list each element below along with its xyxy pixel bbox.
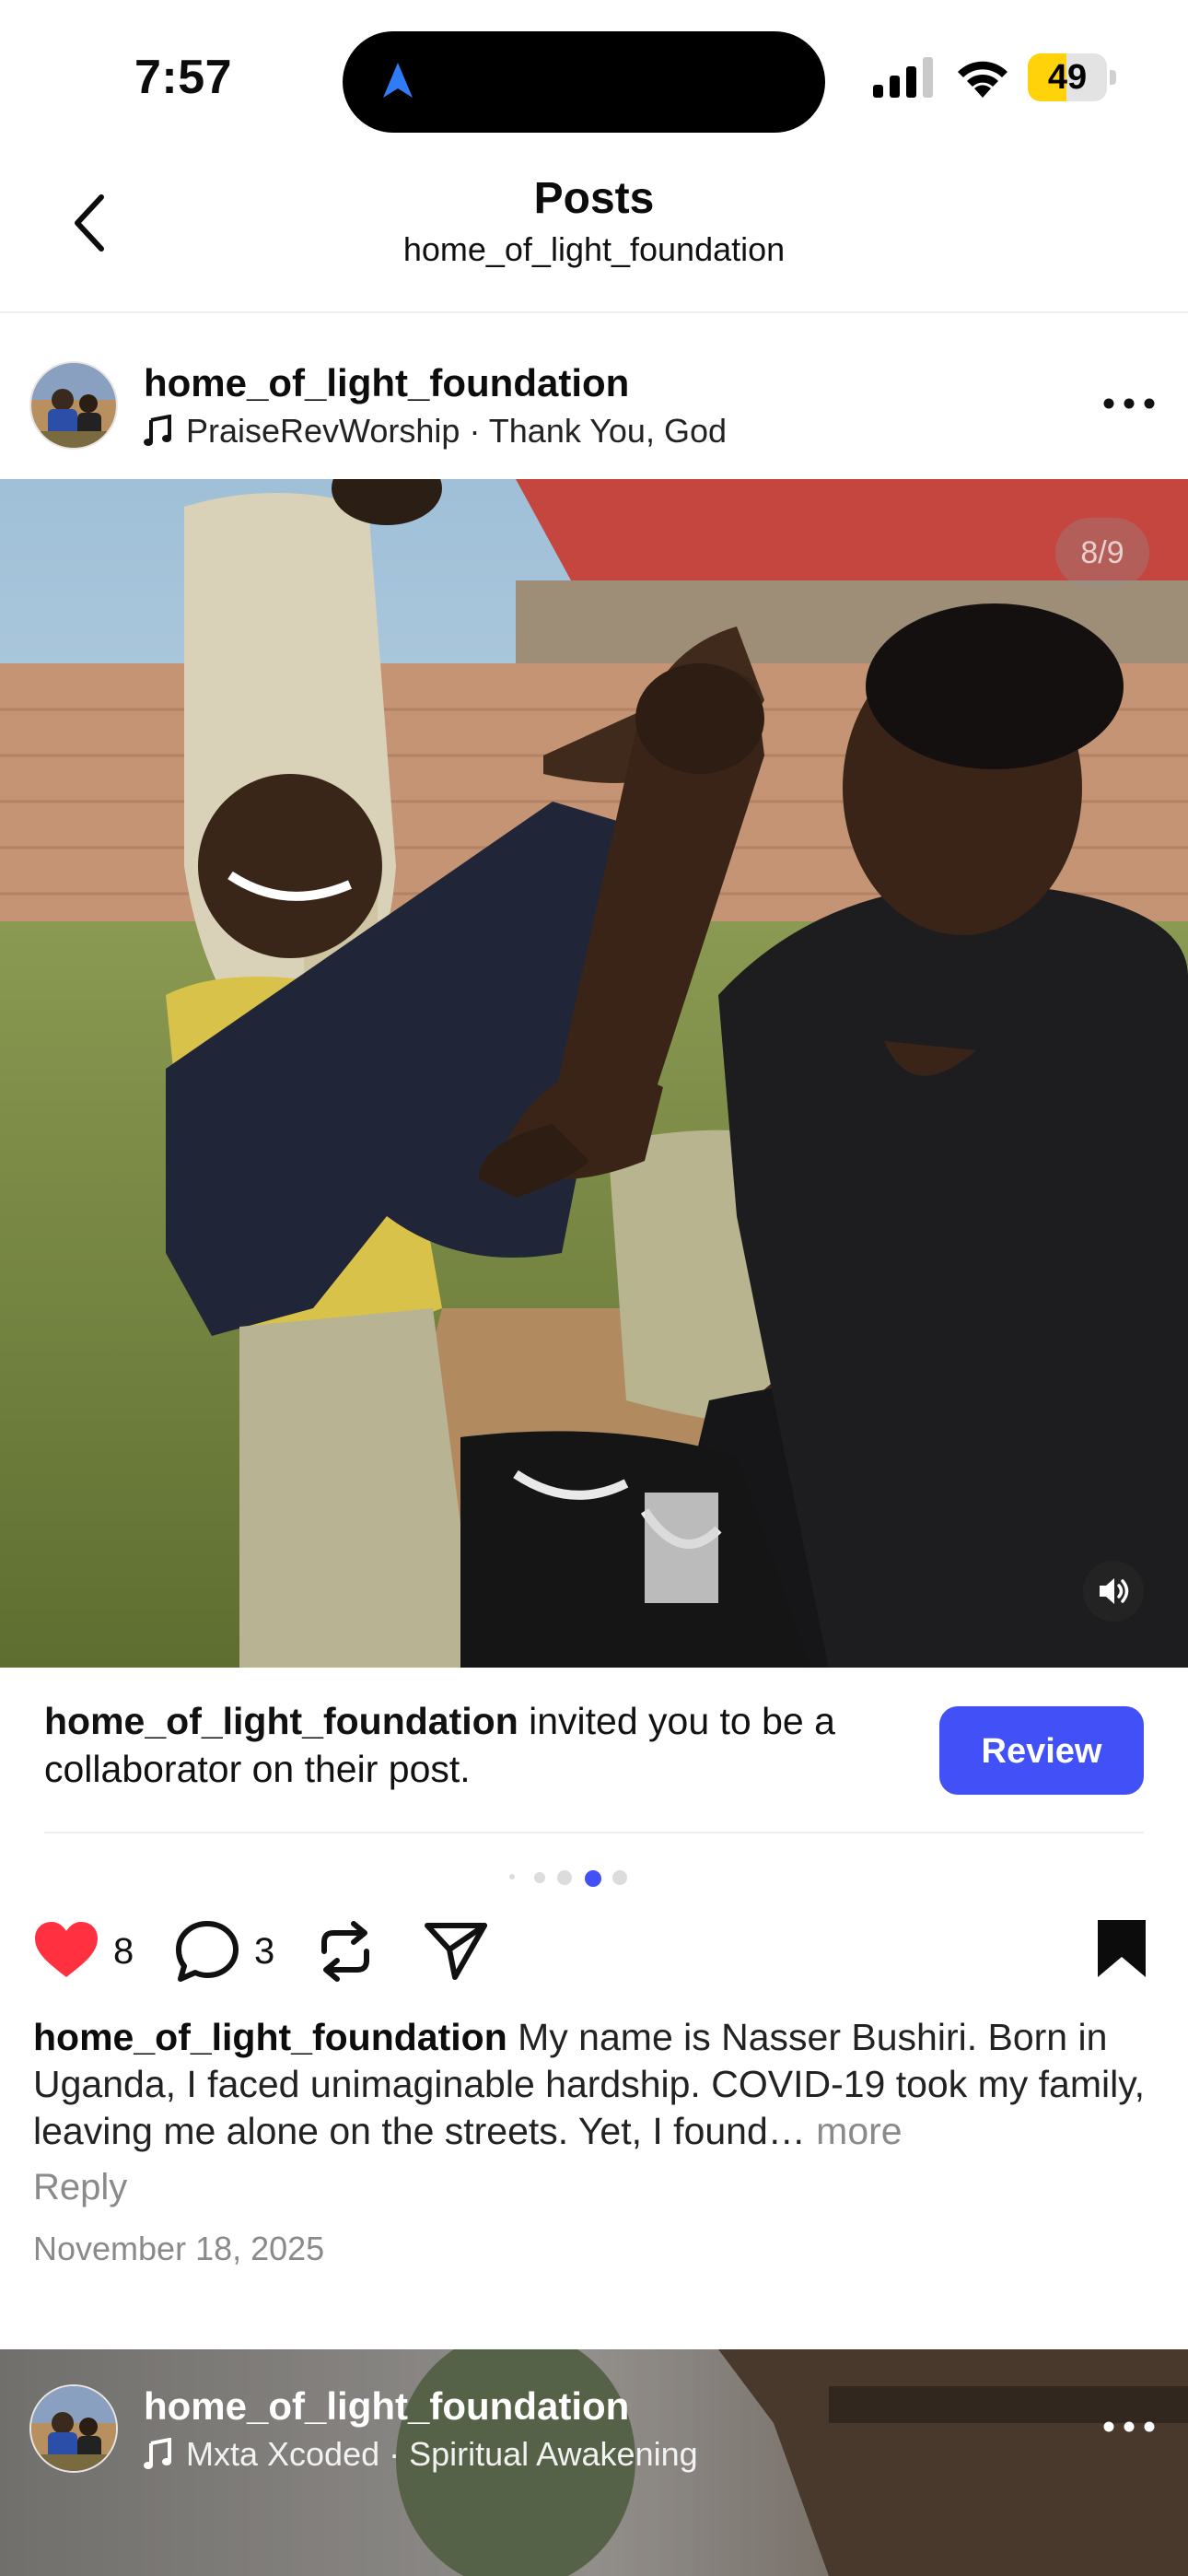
bookmark-icon[interactable] [1096, 1918, 1147, 1979]
carousel-dot-active [585, 1870, 601, 1887]
next-post-avatar[interactable] [29, 2384, 118, 2473]
next-post-audio[interactable]: Mxta Xcoded · Spiritual Awakening [144, 2435, 698, 2474]
share-icon[interactable] [424, 1920, 488, 1981]
status-time: 7:57 [134, 51, 233, 104]
audio-toggle-button[interactable] [1083, 1561, 1144, 1622]
reply-link[interactable]: Reply [33, 2167, 127, 2208]
header-divider [0, 311, 1188, 313]
location-arrow-icon [383, 63, 413, 98]
repost-icon[interactable] [317, 1920, 374, 1983]
dynamic-island [343, 31, 825, 133]
avatar-image [31, 2386, 116, 2471]
page-title: Posts [533, 174, 655, 223]
carousel-dot [612, 1870, 627, 1885]
collab-username[interactable]: home_of_light_foundation [44, 1700, 518, 1742]
carousel-dot [509, 1874, 515, 1879]
photo-illustration [0, 479, 1188, 1668]
page-subtitle: home_of_light_foundation [402, 230, 786, 268]
carousel-dot [534, 1872, 545, 1883]
comment-icon[interactable] [175, 1920, 239, 1983]
battery-percentage: 49 [1047, 58, 1088, 97]
music-note-icon [144, 2438, 171, 2469]
comment-count[interactable]: 3 [254, 1931, 274, 1973]
post-date: November 18, 2025 [33, 2230, 325, 2267]
audio-label: PraiseRevWorship · Thank You, God [186, 412, 727, 450]
post-username[interactable]: home_of_light_foundation [144, 361, 629, 405]
post-photo[interactable] [0, 479, 1188, 1668]
heart-icon[interactable] [33, 1920, 99, 1979]
avatar-image [31, 363, 116, 448]
battery-indicator: 49 [1028, 53, 1116, 101]
wifi-icon [958, 61, 1007, 98]
collab-divider [44, 1832, 1144, 1833]
audio-attribution[interactable]: PraiseRevWorship · Thank You, God [144, 412, 727, 451]
battery-cap [1110, 70, 1116, 85]
more-options-icon[interactable] [1101, 394, 1157, 413]
next-post-username[interactable]: home_of_light_foundation [144, 2384, 629, 2429]
post-caption: home_of_light_foundation My name is Nass… [33, 2014, 1166, 2155]
caption-more-link[interactable]: more [816, 2110, 902, 2152]
like-count[interactable]: 8 [113, 1931, 134, 1973]
caption-username[interactable]: home_of_light_foundation [33, 2016, 507, 2058]
next-post-more-icon[interactable] [1101, 2418, 1157, 2436]
carousel-dot [557, 1870, 572, 1885]
carousel-counter: 8/9 [1055, 518, 1149, 588]
review-button[interactable]: Review [939, 1706, 1144, 1795]
music-note-icon [144, 415, 171, 446]
speaker-icon [1100, 1578, 1129, 1604]
avatar[interactable] [29, 361, 118, 450]
collab-invite-text: home_of_light_foundation invited you to … [44, 1697, 910, 1793]
battery-icon: 49 [1028, 53, 1107, 101]
next-post-audio-label: Mxta Xcoded · Spiritual Awakening [186, 2435, 698, 2473]
cellular-signal-icon [873, 57, 933, 98]
